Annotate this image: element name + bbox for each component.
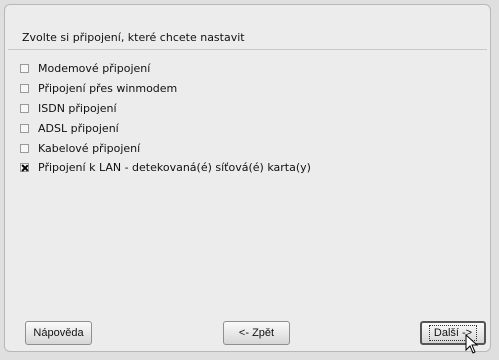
option-cable[interactable]: Kabelové připojení [20, 141, 140, 155]
option-winmodem[interactable]: Připojení přes winmodem [20, 81, 177, 95]
option-isdn-label: ISDN připojení [38, 101, 117, 115]
checkbox-winmodem[interactable] [20, 83, 29, 93]
checkbox-cable[interactable] [20, 143, 29, 153]
option-cable-label: Kabelové připojení [38, 141, 141, 155]
wizard-panel [4, 4, 491, 352]
wizard-heading: Zvolte si připojení, které chcete nastav… [22, 31, 245, 44]
option-modem[interactable]: Modemové připojení [20, 61, 150, 75]
checkbox-modem[interactable] [20, 63, 29, 73]
back-button[interactable]: <- Zpět [223, 321, 290, 345]
option-modem-label: Modemové připojení [38, 61, 151, 75]
heading-separator [8, 49, 487, 50]
option-winmodem-label: Připojení přes winmodem [38, 81, 178, 95]
checkbox-lan[interactable] [20, 162, 29, 172]
mouse-pointer-icon [465, 334, 479, 354]
checkbox-isdn[interactable] [20, 103, 29, 113]
option-adsl-label: ADSL připojení [38, 121, 119, 135]
help-button-label: Nápověda [33, 327, 84, 339]
option-adsl[interactable]: ADSL připojení [20, 121, 119, 135]
back-button-label: <- Zpět [238, 327, 275, 339]
help-button[interactable]: Nápověda [25, 321, 92, 345]
option-isdn[interactable]: ISDN připojení [20, 101, 117, 115]
option-lan-label: Připojení k LAN - detekovaná(é) síťová(é… [38, 160, 311, 174]
checkbox-adsl[interactable] [20, 123, 29, 133]
option-lan[interactable]: Připojení k LAN - detekovaná(é) síťová(é… [20, 160, 311, 174]
